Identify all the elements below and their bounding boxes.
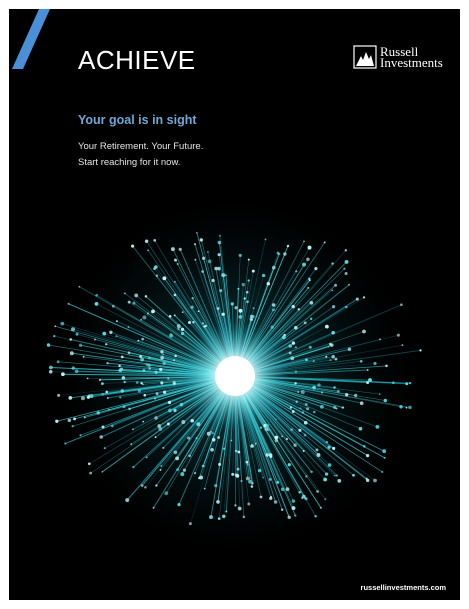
accent-slash-icon (12, 9, 50, 69)
russell-logo: Russell Investments (353, 45, 443, 69)
logo-line-2: Investments (380, 55, 443, 70)
website-url: russellinvestments.com (360, 583, 446, 592)
poster: ACHIEVE Russell Investments Your goal is… (9, 9, 460, 600)
page-title: ACHIEVE (78, 45, 196, 75)
fiber-optic-burst-image (46, 201, 422, 551)
body-copy: Your Retirement. Your Future. Start reac… (78, 139, 203, 171)
body-line-1: Your Retirement. Your Future. (78, 141, 204, 152)
russell-chart-icon (353, 45, 377, 69)
subheading: Your goal is in sight (78, 113, 197, 127)
logo-wordmark: Russell Investments (380, 45, 443, 70)
